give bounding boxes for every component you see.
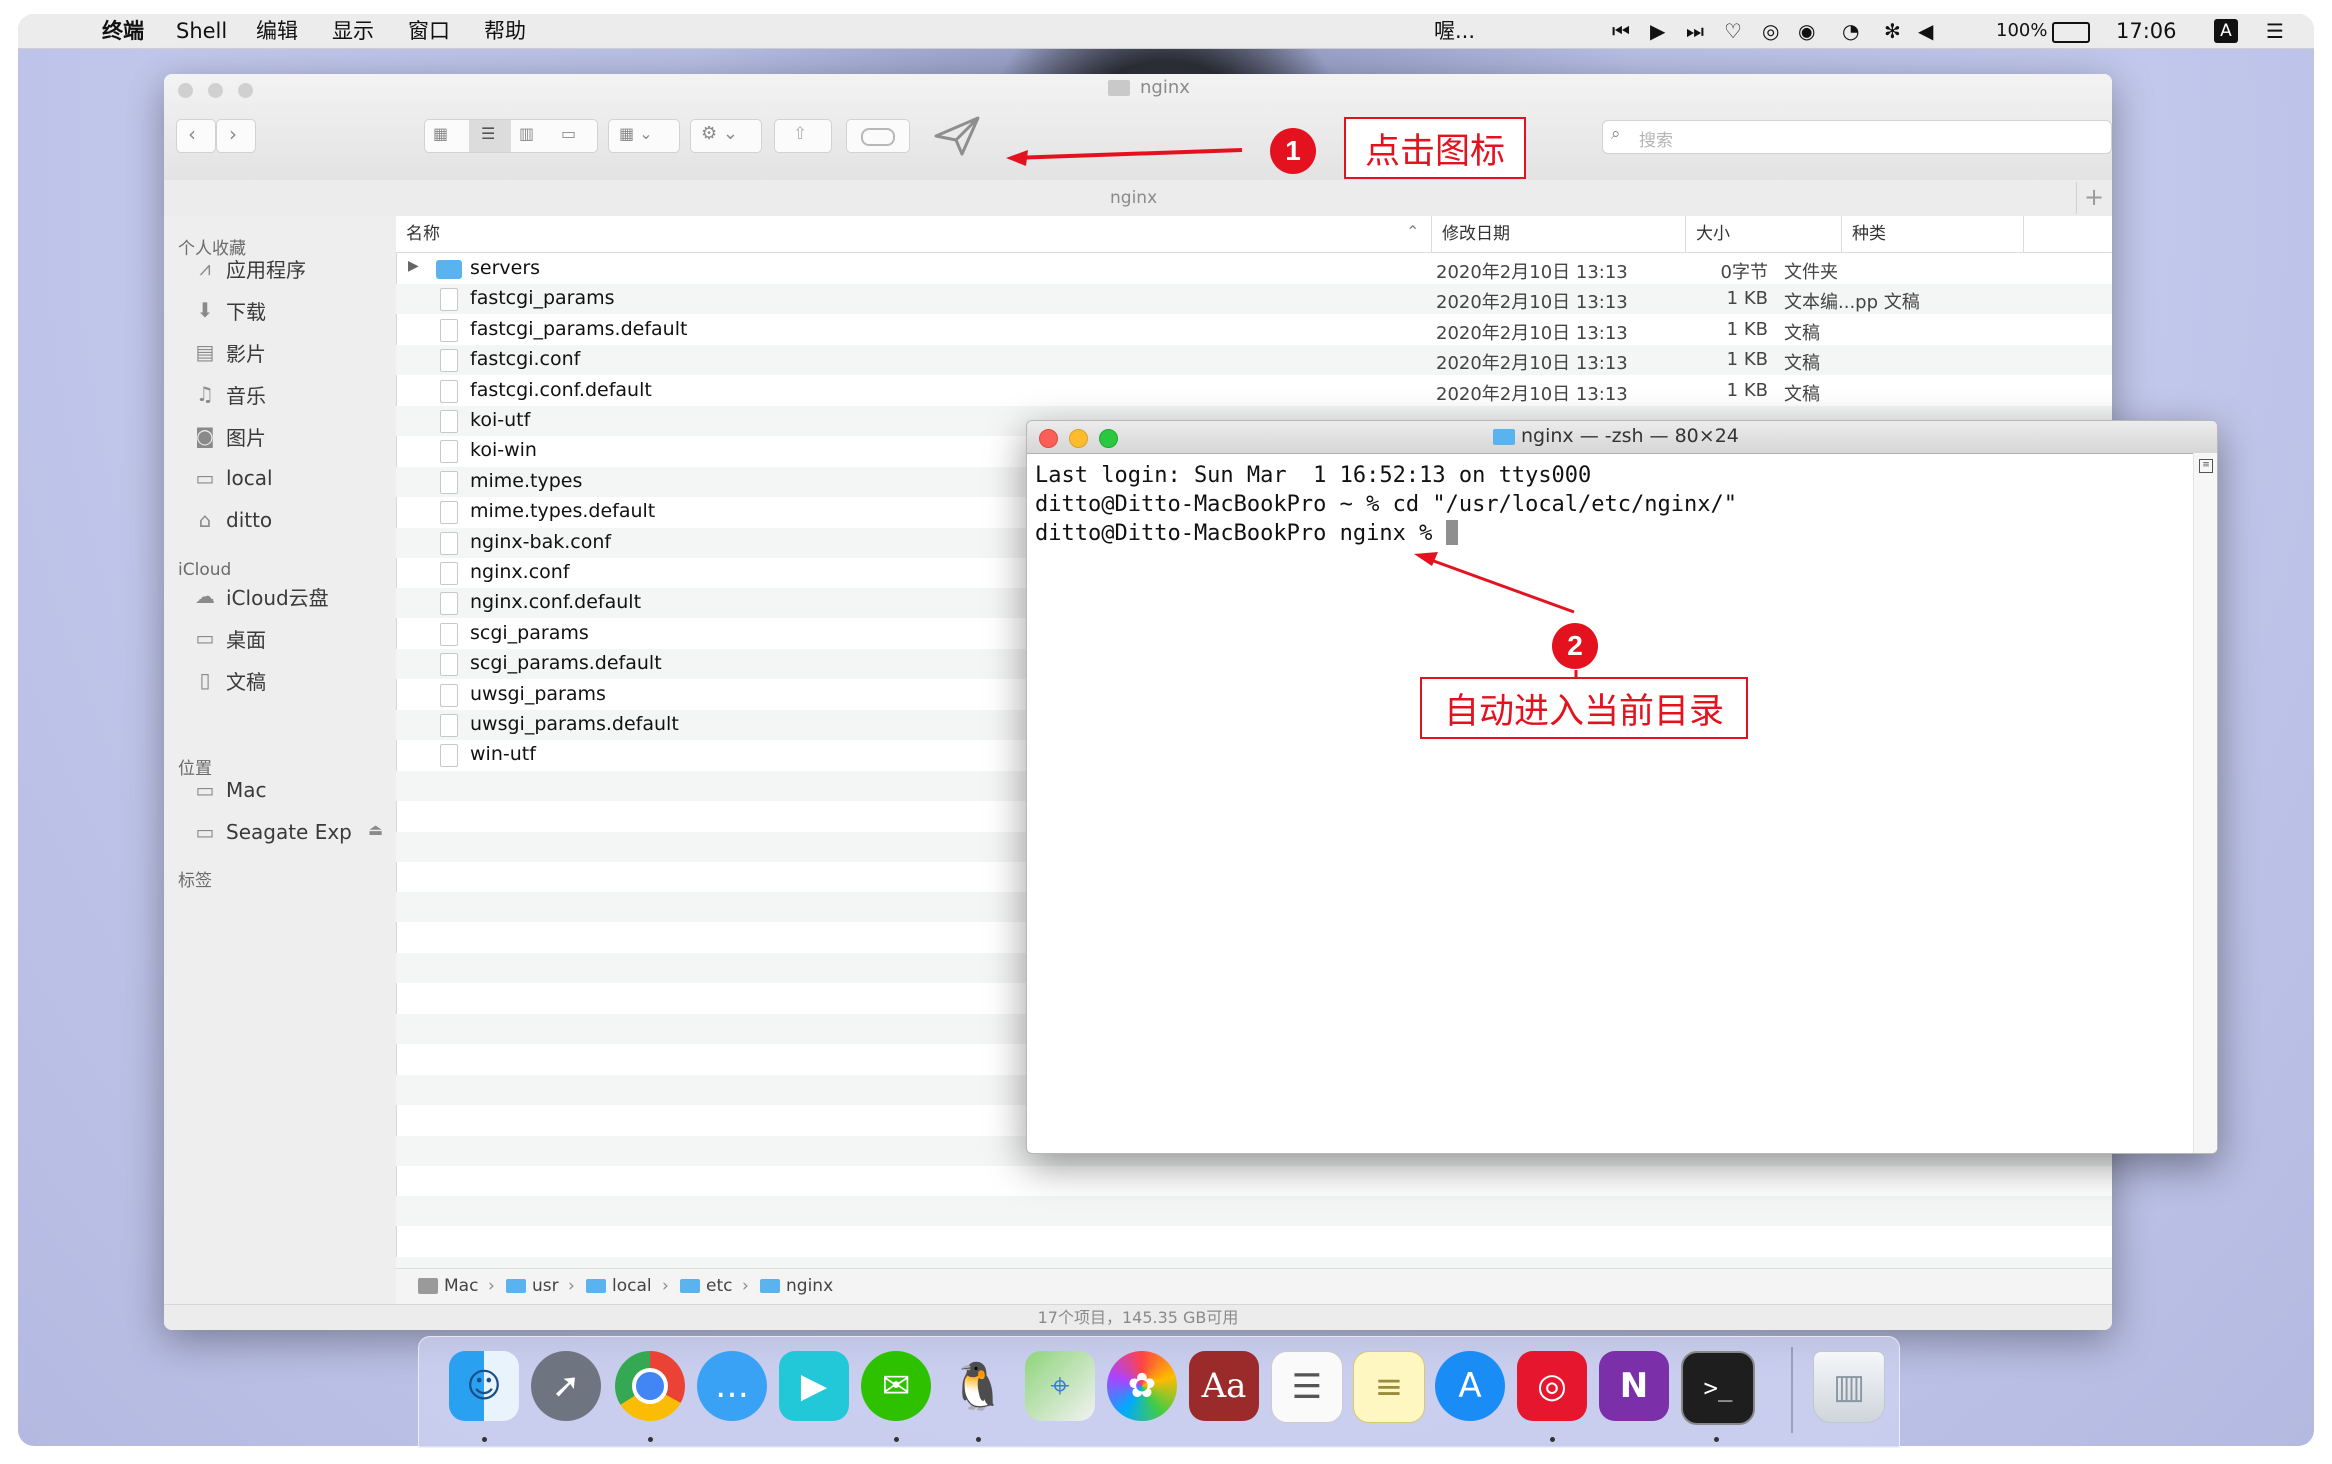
reminders-icon[interactable]: ☰ bbox=[1271, 1351, 1343, 1423]
photos-icon[interactable]: ✿ bbox=[1107, 1351, 1177, 1421]
annotation-arrowhead-1 bbox=[1006, 150, 1028, 166]
chrome-icon[interactable] bbox=[615, 1351, 685, 1421]
running-indicator bbox=[648, 1437, 653, 1442]
step-2-badge: 2 bbox=[1552, 623, 1598, 669]
step-2-label: 自动进入当前目录 bbox=[1420, 677, 1748, 739]
dictionary-icon[interactable]: Aa bbox=[1189, 1351, 1259, 1421]
app-store-icon[interactable]: A bbox=[1435, 1351, 1505, 1421]
maps-icon[interactable]: ⌖ bbox=[1025, 1351, 1095, 1421]
messages-icon[interactable]: … bbox=[697, 1351, 767, 1421]
annotation-arrowhead-2 bbox=[1414, 552, 1438, 566]
step-1-label: 点击图标 bbox=[1344, 117, 1526, 179]
video-player-icon[interactable]: ▶ bbox=[779, 1351, 849, 1421]
onenote-icon[interactable]: N bbox=[1599, 1351, 1669, 1421]
trash-icon[interactable]: ▥ bbox=[1813, 1351, 1885, 1423]
launchpad-icon[interactable]: ➚ bbox=[531, 1351, 601, 1421]
running-indicator bbox=[976, 1437, 981, 1442]
qq-icon[interactable]: 🐧 bbox=[943, 1351, 1013, 1421]
terminal-icon[interactable]: >_ bbox=[1681, 1351, 1755, 1425]
step-1-badge: 1 bbox=[1270, 128, 1316, 174]
annotation-arrows bbox=[1006, 148, 1578, 690]
running-indicator bbox=[894, 1437, 899, 1442]
wechat-icon[interactable]: ✉ bbox=[861, 1351, 931, 1421]
annotation-arrow-2 bbox=[1419, 554, 1575, 614]
running-indicator bbox=[1714, 1437, 1719, 1442]
annotation-arrow-1 bbox=[1011, 148, 1243, 160]
finder-icon[interactable]: ☺ bbox=[449, 1351, 519, 1421]
netease-music-icon[interactable]: ◎ bbox=[1517, 1351, 1587, 1421]
running-indicator bbox=[482, 1437, 487, 1442]
dock: ☺ ➚ … ▶ ✉ 🐧 ⌖ ✿ Aa ☰ ≡ A ◎ N >_ ▥ bbox=[418, 1336, 1900, 1448]
running-indicator bbox=[1550, 1437, 1555, 1442]
notes-icon[interactable]: ≡ bbox=[1353, 1351, 1425, 1423]
dock-divider bbox=[1791, 1347, 1793, 1433]
